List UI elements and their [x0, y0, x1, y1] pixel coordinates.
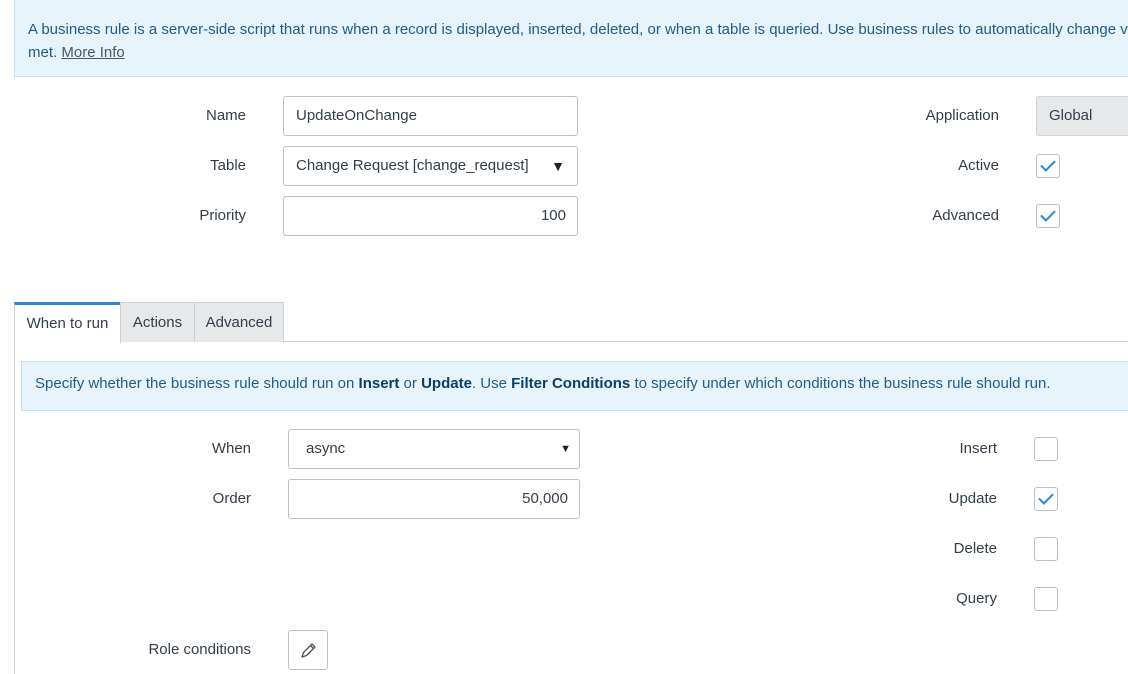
tab-info-banner: Specify whether the business rule should… [21, 361, 1128, 411]
info-text-line1: A business rule is a server-side script … [28, 21, 1128, 38]
order-label: Order [212, 490, 251, 507]
query-label: Query [956, 590, 997, 607]
tab-info-mid: . Use [471, 375, 512, 392]
priority-label: Priority [199, 207, 246, 224]
tab-info-pre: Specify whether the business rule should… [35, 375, 359, 392]
when-select-value: async [306, 440, 346, 457]
when-select[interactable]: async ▼ [288, 429, 580, 469]
tab-actions[interactable]: Actions [120, 302, 195, 342]
tab-info-insert: Insert [358, 375, 400, 392]
more-info-link[interactable]: More Info [61, 44, 124, 61]
active-checkbox[interactable] [1036, 154, 1060, 178]
insert-checkbox[interactable] [1034, 437, 1058, 461]
update-checkbox[interactable] [1034, 487, 1058, 511]
info-text-line2: met. [28, 44, 58, 61]
tab-panel-border [14, 341, 15, 674]
info-banner: A business rule is a server-side script … [14, 0, 1128, 77]
checkmark-icon [1040, 206, 1056, 222]
delete-checkbox[interactable] [1034, 537, 1058, 561]
pencil-icon [301, 643, 316, 658]
table-select[interactable]: Change Request [change_request] ▼ [283, 146, 578, 186]
table-label: Table [210, 157, 246, 174]
table-select-value: Change Request [change_request] [296, 157, 529, 174]
update-label: Update [948, 490, 997, 507]
tab-info-update: Update [421, 375, 472, 392]
tab-advanced[interactable]: Advanced [194, 302, 284, 342]
tab-info-text: Specify whether the business rule should… [35, 375, 1051, 392]
edit-role-conditions-button[interactable] [288, 630, 328, 670]
tab-info-or: or [399, 375, 422, 392]
tab-when-to-run[interactable]: When to run [14, 302, 121, 343]
advanced-label: Advanced [932, 207, 999, 224]
delete-label: Delete [953, 540, 997, 557]
role-conditions-label: Role conditions [148, 641, 251, 658]
priority-input[interactable]: 100 [283, 196, 578, 236]
checkmark-icon [1038, 489, 1054, 505]
insert-label: Insert [959, 440, 997, 457]
query-checkbox[interactable] [1034, 587, 1058, 611]
checkmark-icon [1040, 156, 1056, 172]
tab-info-post: to specify under which conditions the bu… [630, 375, 1051, 392]
name-input[interactable]: UpdateOnChange [283, 96, 578, 136]
application-label: Application [925, 107, 999, 124]
application-field: Global [1036, 96, 1128, 136]
caret-down-icon: ▼ [551, 158, 565, 174]
tab-info-filter: Filter Conditions [511, 375, 631, 392]
name-label: Name [205, 107, 246, 124]
info-text: A business rule is a server-side script … [28, 18, 1128, 64]
when-label: When [211, 440, 251, 457]
caret-down-icon: ▼ [560, 443, 571, 455]
advanced-checkbox[interactable] [1036, 204, 1060, 228]
active-label: Active [958, 157, 999, 174]
order-input[interactable]: 50,000 [288, 479, 580, 519]
